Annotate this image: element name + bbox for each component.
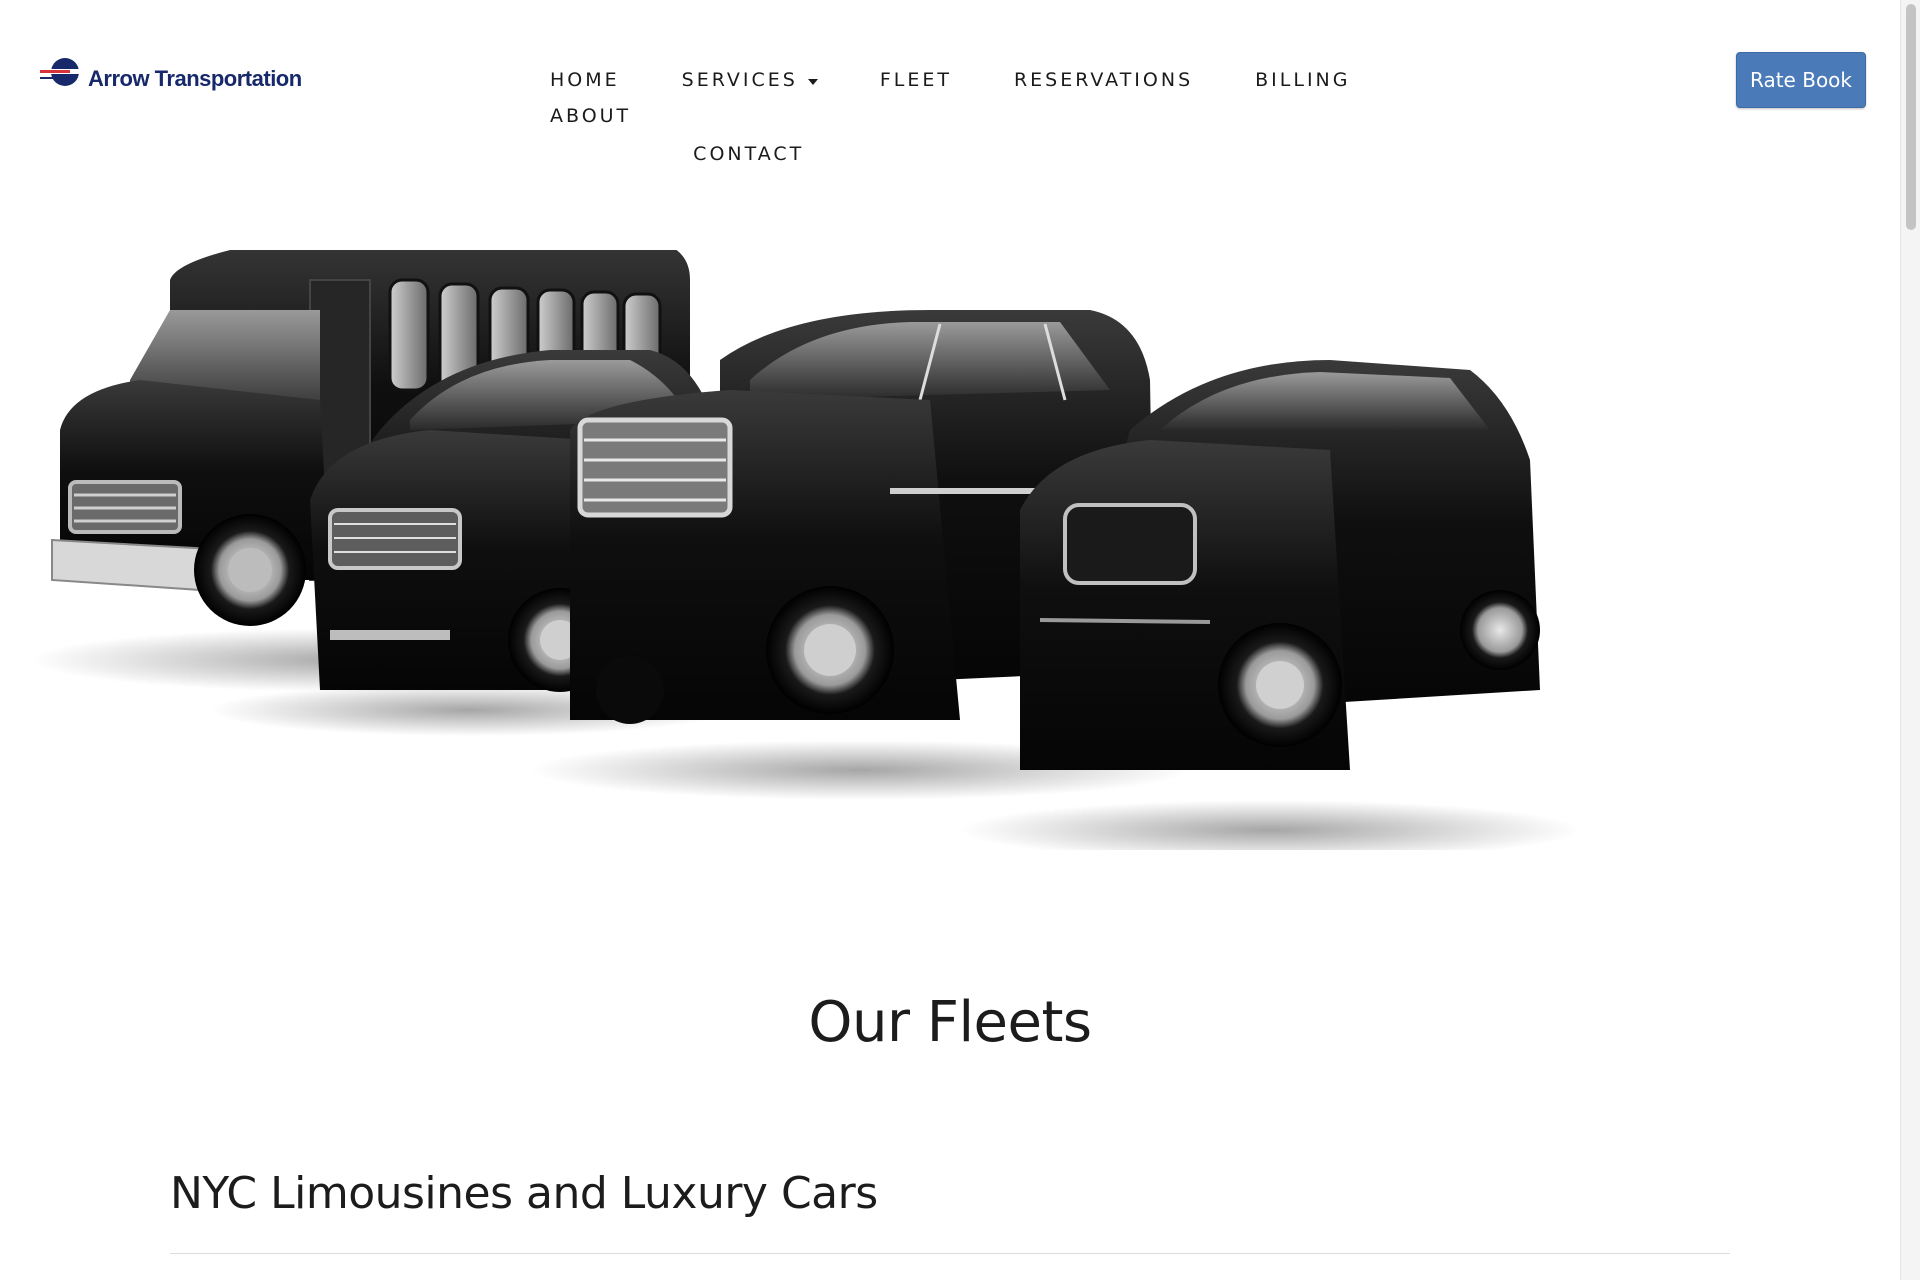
rate-book-button[interactable]: Rate Book (1736, 52, 1866, 108)
arrow-logo-icon (38, 58, 84, 86)
nav-item-billing[interactable]: BILLING (1255, 62, 1350, 98)
scrollbar-thumb[interactable] (1906, 4, 1916, 230)
nav-item-label: ABOUT (550, 105, 632, 127)
nav-item-reservations[interactable]: RESERVATIONS (1014, 62, 1193, 98)
brand-name: Arrow Transportation (88, 66, 302, 91)
site-header: Arrow Transportation HOME SERVICES FLEET… (0, 0, 1900, 200)
nav-item-contact[interactable]: CONTACT (693, 136, 804, 172)
nav-item-label: RESERVATIONS (1013, 69, 1194, 91)
nav-item-label: BILLING (1255, 69, 1351, 91)
nav-item-fleet[interactable]: FLEET (880, 62, 952, 98)
fleet-hero-image (30, 250, 1580, 850)
section-divider (170, 1253, 1730, 1254)
nav-item-label: CONTACT (693, 143, 805, 165)
nav-item-label: FLEET (879, 69, 952, 91)
brand-logo[interactable]: Arrow Transportation (38, 52, 302, 92)
nav-item-home[interactable]: HOME (550, 62, 620, 98)
page-scrollbar[interactable] (1900, 0, 1920, 1280)
nav-item-label: SERVICES (681, 69, 798, 91)
nav-item-services[interactable]: SERVICES (682, 62, 818, 98)
nav-item-about[interactable]: ABOUT (550, 98, 631, 134)
section-title: NYC Limousines and Luxury Cars (170, 1168, 878, 1219)
nav-item-label: HOME (550, 69, 620, 91)
page-title: Our Fleets (808, 990, 1092, 1055)
main-nav: HOME SERVICES FLEET RESERVATIONS BILLING… (550, 62, 1470, 172)
caret-down-icon (807, 78, 818, 85)
